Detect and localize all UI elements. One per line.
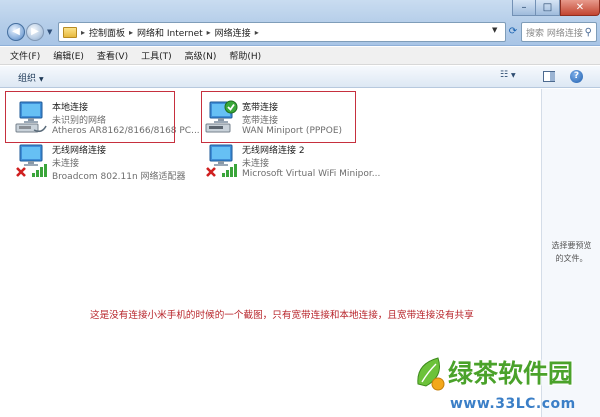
preview-placeholder-text: 选择要预览 的文件。: [551, 241, 592, 263]
window-controls: – □ ✕: [512, 0, 600, 16]
tea-leaf-logo-icon: [417, 357, 445, 391]
connection-name: 无线网络连接: [52, 146, 107, 156]
close-button[interactable]: ✕: [560, 0, 600, 16]
preview-pane-button[interactable]: [543, 71, 555, 82]
control-panel-folder-icon: [63, 26, 77, 38]
back-arrow-icon: ◀: [12, 26, 20, 37]
wireless-disconnected-icon: [206, 144, 237, 177]
watermark-brand: 绿茶软件园: [448, 359, 574, 388]
search-icon[interactable]: ⚲: [585, 27, 592, 38]
wireless-disconnected-icon: [16, 144, 47, 177]
address-bar[interactable]: ▸ 控制面板 ▸ 网络和 Internet ▸ 网络连接 ▸: [58, 22, 506, 42]
forward-arrow-icon: ▶: [31, 26, 39, 37]
organize-label: 组织: [18, 74, 37, 84]
change-view-button[interactable]: ☷ ▼: [500, 70, 528, 84]
connection-wireless-2[interactable]: 无线网络连接 2 未连接 Microsoft Virtual WiFi Mini…: [198, 139, 398, 183]
connection-wireless[interactable]: 无线网络连接 未连接 Broadcom 802.11n 网络适配器: [8, 139, 218, 183]
watermark-url: www.33LC.com: [450, 396, 576, 412]
menu-file[interactable]: 文件(F): [10, 49, 40, 62]
search-placeholder: 搜索 网络连接: [526, 28, 583, 39]
connection-device: Broadcom 802.11n 网络适配器: [52, 172, 186, 182]
forward-button[interactable]: ▶: [26, 23, 44, 41]
watermark: 绿茶软件园 www.33LC.com: [414, 350, 600, 417]
breadcrumb-separator-icon[interactable]: ▸: [207, 28, 211, 37]
address-dropdown-icon[interactable]: ▼: [492, 26, 497, 34]
breadcrumb-control-panel[interactable]: 控制面板: [89, 26, 125, 39]
menu-advanced[interactable]: 高级(N): [185, 49, 217, 62]
menu-tools[interactable]: 工具(T): [141, 49, 172, 62]
connection-status: 未连接: [242, 159, 270, 169]
connection-name: 无线网络连接 2: [242, 146, 305, 156]
menu-bar: 文件(F) 编辑(E) 查看(V) 工具(T) 高级(N) 帮助(H): [0, 47, 600, 65]
help-icon[interactable]: ?: [570, 70, 583, 83]
breadcrumb-network-connections[interactable]: 网络连接: [215, 26, 251, 39]
connection-device: Microsoft Virtual WiFi Minipor...: [242, 169, 381, 179]
highlight-box-broadband: [201, 91, 356, 143]
connection-status: 未连接: [52, 159, 80, 169]
chevron-down-icon[interactable]: ▼: [511, 72, 516, 79]
title-bar: – □ ✕ ◀ ▶ ▼ ▸ 控制面板 ▸ 网络和 Internet ▸ 网络连接…: [0, 0, 600, 46]
view-grid-icon: ☷: [500, 70, 509, 80]
highlight-box-local: [5, 91, 175, 143]
annotation-text: 这是没有连接小米手机的时候的一个截图，只有宽带连接和本地连接，且宽带连接没有共享: [90, 310, 474, 321]
organize-button[interactable]: 组织 ▼: [18, 71, 44, 84]
maximize-button[interactable]: □: [536, 0, 560, 16]
menu-view[interactable]: 查看(V): [97, 49, 128, 62]
command-bar: 组织 ▼ ☷ ▼ ?: [0, 66, 600, 88]
search-box[interactable]: 搜索 网络连接 ⚲: [521, 22, 597, 42]
history-dropdown-icon[interactable]: ▼: [47, 28, 55, 36]
breadcrumb-separator-icon[interactable]: ▸: [81, 28, 85, 37]
menu-edit[interactable]: 编辑(E): [53, 49, 84, 62]
back-button[interactable]: ◀: [7, 23, 25, 41]
minimize-button[interactable]: –: [512, 0, 536, 16]
refresh-icon[interactable]: ⟳: [506, 22, 520, 42]
chevron-down-icon: ▼: [39, 76, 44, 83]
breadcrumb-separator-icon[interactable]: ▸: [129, 28, 133, 37]
menu-help[interactable]: 帮助(H): [229, 49, 261, 62]
breadcrumb-separator-icon[interactable]: ▸: [255, 28, 259, 37]
breadcrumb-network-internet[interactable]: 网络和 Internet: [137, 26, 203, 39]
